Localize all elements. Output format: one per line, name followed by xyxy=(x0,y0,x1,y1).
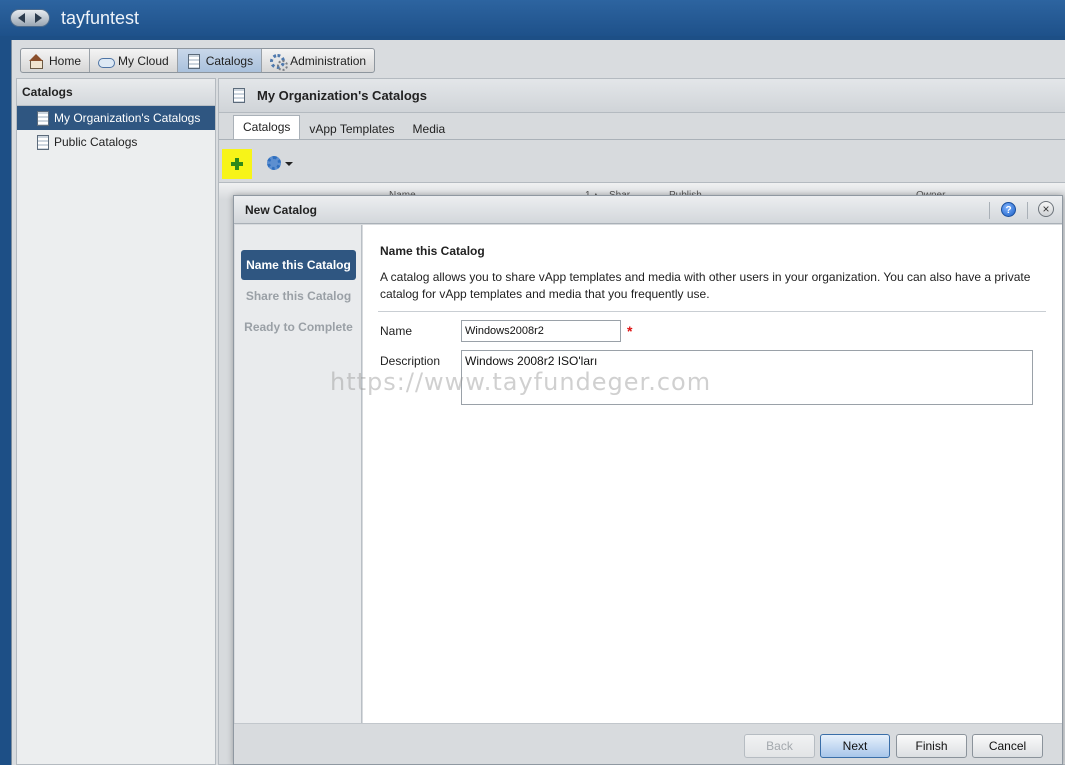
close-icon[interactable]: × xyxy=(1038,201,1054,217)
nav-my-cloud-button[interactable]: My Cloud xyxy=(90,49,178,72)
top-header: tayfuntest xyxy=(0,0,1065,36)
main-nav: Home My Cloud Catalogs Administration xyxy=(20,48,376,73)
header-divider xyxy=(989,202,990,219)
nav-catalogs-button[interactable]: Catalogs xyxy=(177,49,263,72)
wizard-body: Name this Catalog A catalog allows you t… xyxy=(363,225,1062,723)
section-description: A catalog allows you to share vApp templ… xyxy=(380,270,1031,301)
home-icon xyxy=(29,53,44,69)
sidebar-item-public-catalogs[interactable]: Public Catalogs xyxy=(17,130,215,154)
next-button[interactable]: Next xyxy=(820,734,890,758)
tab-media[interactable]: Media xyxy=(404,118,455,140)
cancel-button[interactable]: Cancel xyxy=(972,734,1043,758)
add-catalog-button[interactable] xyxy=(222,149,252,179)
back-button[interactable]: Back xyxy=(744,734,815,758)
new-catalog-dialog: New Catalog ? × Name this Catalog Share … xyxy=(233,195,1063,765)
history-nav xyxy=(10,9,50,27)
nav-home-button[interactable]: Home xyxy=(21,49,91,72)
content-tabs: Catalogs vApp Templates Media xyxy=(233,115,454,140)
step-share-this-catalog: Share this Catalog xyxy=(245,289,352,303)
nav-administration-label: Administration xyxy=(290,53,367,68)
dialog-header: New Catalog ? × xyxy=(234,196,1062,224)
public-catalog-icon xyxy=(35,135,50,150)
gear-icon[interactable] xyxy=(267,156,281,170)
nav-my-cloud-label: My Cloud xyxy=(118,53,169,68)
tab-catalogs[interactable]: Catalogs xyxy=(233,115,301,140)
nav-administration-button[interactable]: Administration xyxy=(262,49,374,72)
header-divider xyxy=(1027,202,1028,219)
finish-button[interactable]: Finish xyxy=(896,734,967,758)
nav-home-label: Home xyxy=(49,53,82,68)
catalog-icon xyxy=(35,111,50,126)
watermark-text: https://www.tayfundeger.com xyxy=(330,368,712,396)
step-ready-to-complete: Ready to Complete xyxy=(244,320,353,334)
sidebar-item-label: My Organization's Catalogs xyxy=(54,111,201,125)
chevron-down-icon[interactable] xyxy=(285,162,293,166)
forward-arrow-icon[interactable] xyxy=(35,13,42,23)
left-panel: Catalogs My Organization's Catalogs Publ… xyxy=(16,78,216,765)
left-panel-title: Catalogs xyxy=(17,79,215,106)
dialog-title: New Catalog xyxy=(245,203,318,217)
catalog-toolbar xyxy=(219,140,1065,182)
section-title: Name this Catalog xyxy=(380,244,485,258)
org-name: tayfuntest xyxy=(61,8,140,28)
name-label: Name xyxy=(380,324,413,338)
description-label: Description xyxy=(380,354,441,368)
cloud-icon xyxy=(98,54,116,68)
tab-vapp-templates[interactable]: vApp Templates xyxy=(300,118,403,140)
catalog-name-input[interactable] xyxy=(461,320,621,342)
catalog-icon xyxy=(186,53,201,69)
required-indicator: * xyxy=(627,323,633,339)
help-icon[interactable]: ? xyxy=(1001,202,1016,217)
dialog-footer: Back Next Finish Cancel xyxy=(234,723,1062,764)
catalog-icon xyxy=(231,88,246,103)
admin-gears-icon xyxy=(270,53,289,71)
section-divider xyxy=(378,311,1046,312)
back-arrow-icon[interactable] xyxy=(18,13,25,23)
nav-catalogs-label: Catalogs xyxy=(205,53,254,68)
page-title: My Organization's Catalogs xyxy=(257,88,427,103)
wizard-steps: Name this Catalog Share this Catalog Rea… xyxy=(235,225,362,723)
sidebar-item-my-org-catalogs[interactable]: My Organization's Catalogs xyxy=(17,106,215,130)
sidebar-item-label: Public Catalogs xyxy=(54,135,138,149)
page-title-bar: My Organization's Catalogs xyxy=(219,79,1065,113)
step-name-this-catalog[interactable]: Name this Catalog xyxy=(241,250,356,280)
